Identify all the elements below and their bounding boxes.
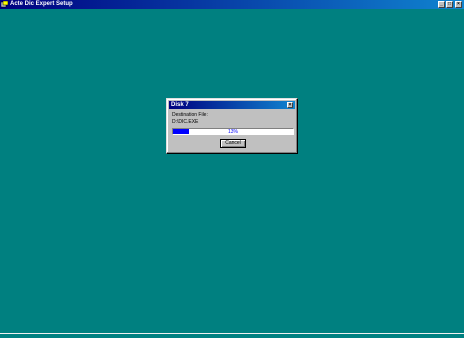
main-window-title-bar[interactable]: Acte Dic Expert Setup _ □ × [0,0,464,9]
destination-path: D:\DIC.EXE [172,119,199,125]
disk-progress-dialog: Disk 7 × Destination File: D:\DIC.EXE 13… [166,98,298,154]
cancel-button[interactable]: Cancel [220,139,246,148]
progress-percent: 13% [227,129,238,135]
dialog-title: Disk 7 [171,102,189,108]
minimize-button[interactable]: _ [438,1,445,8]
maximize-button[interactable]: □ [446,1,453,8]
dialog-close-button[interactable]: × [287,102,293,108]
cancel-button-label: Cancel [225,140,241,146]
copy-progress-bar: 13% [172,128,294,135]
taskbar-edge [0,333,464,338]
destination-label: Destination File: [172,112,208,118]
window-controls: _ □ × [438,1,462,8]
window-title: Acte Dic Expert Setup [10,1,73,7]
close-button[interactable]: × [455,1,462,8]
setup-app-icon[interactable] [1,1,8,8]
dialog-title-bar[interactable]: Disk 7 × [169,101,295,109]
